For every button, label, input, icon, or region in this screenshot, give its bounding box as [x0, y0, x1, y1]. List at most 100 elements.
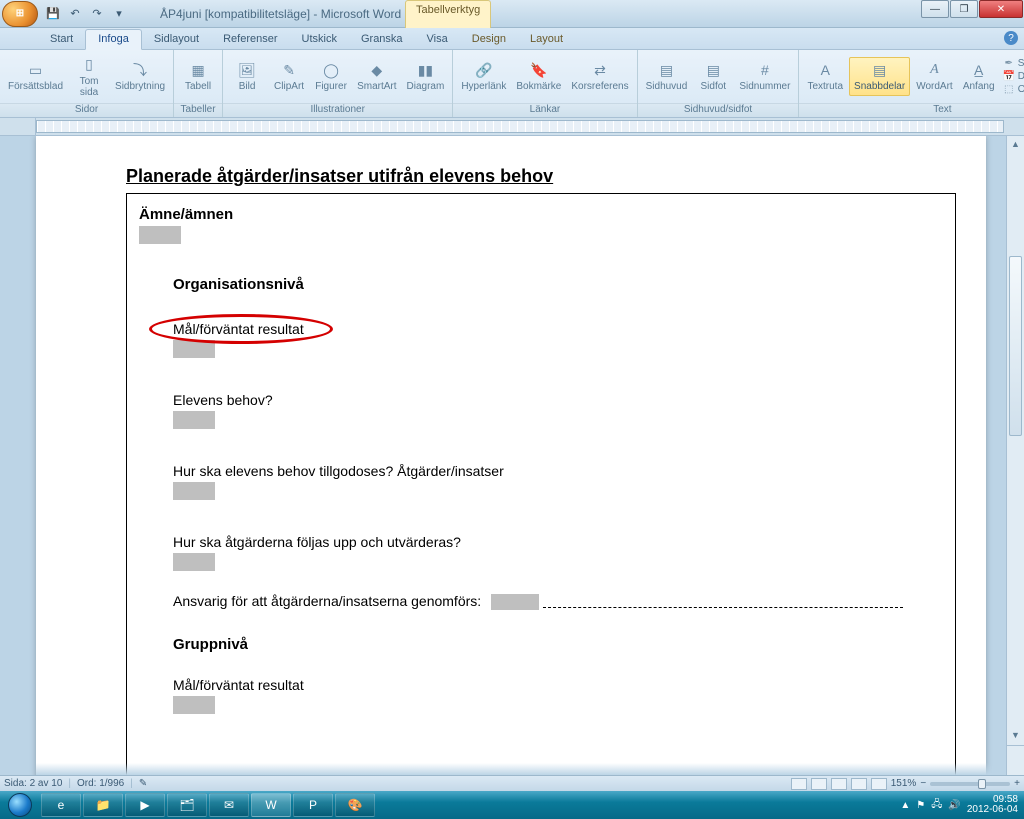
view-draft-button[interactable]	[871, 778, 887, 790]
taskbar-powerpoint[interactable]: P	[293, 793, 333, 817]
tab-layout[interactable]: Layout	[518, 30, 575, 49]
contextual-tab-label: Tabellverktyg	[405, 0, 491, 28]
taskbar-paint[interactable]: 🎨	[335, 793, 375, 817]
qat-customize-icon[interactable]: ▾	[110, 5, 128, 23]
vertical-scrollbar[interactable]: ▲ ▼	[1006, 136, 1024, 775]
document-viewport[interactable]: Planerade åtgärder/insatser utifrån elev…	[0, 136, 1006, 775]
snabbdelar-button[interactable]: ▤Snabbdelar	[849, 57, 910, 96]
minimize-button[interactable]: —	[921, 0, 949, 18]
zoom-in-icon[interactable]: +	[1014, 778, 1020, 789]
close-button[interactable]: ✕	[979, 0, 1023, 18]
dropcap-icon: A̲	[969, 60, 989, 80]
tray-arrow-icon[interactable]: ▲	[900, 800, 910, 811]
snabbdelar-label: Snabbdelar	[854, 81, 905, 93]
tray-flag-icon[interactable]: ⚑	[916, 800, 925, 811]
smartart-button[interactable]: ◆SmartArt	[353, 58, 400, 95]
object-icon: ⬚	[1003, 84, 1015, 96]
signaturrad-button[interactable]: ✒Signaturrad ▾	[1001, 58, 1024, 70]
sidhuvud-button[interactable]: ▤Sidhuvud	[642, 58, 692, 95]
objekt-button[interactable]: ⬚Objekt ▾	[1001, 84, 1024, 96]
bokmarke-button[interactable]: 🔖Bokmärke	[512, 58, 565, 95]
tray-network-icon[interactable]: 🖧	[931, 797, 942, 814]
anfang-button[interactable]: A̲Anfang	[959, 58, 999, 95]
hur-foljas-field[interactable]	[173, 553, 215, 571]
help-icon[interactable]: ?	[1004, 31, 1018, 45]
wordart-label: WordArt	[916, 81, 953, 93]
zoom-knob[interactable]	[978, 779, 986, 789]
office-button[interactable]: ⊞	[2, 1, 38, 27]
redo-icon[interactable]: ↷	[88, 5, 106, 23]
windows-orb-icon	[8, 793, 32, 817]
view-outline-button[interactable]	[851, 778, 867, 790]
group-label-sidhuvud: Sidhuvud/sidfot	[638, 103, 799, 117]
figurer-button[interactable]: ◯Figurer	[311, 58, 351, 95]
tab-granska[interactable]: Granska	[349, 30, 415, 49]
status-zoom[interactable]: 151%	[891, 778, 917, 789]
tab-start[interactable]: Start	[38, 30, 85, 49]
anfang-label: Anfang	[963, 81, 995, 93]
hur-tillgodoses-field[interactable]	[173, 482, 215, 500]
scroll-thumb[interactable]	[1009, 256, 1022, 436]
scroll-up-icon[interactable]: ▲	[1007, 136, 1024, 152]
chart-icon: ▮▮	[415, 60, 435, 80]
figurer-label: Figurer	[315, 81, 347, 93]
ansvarig-field[interactable]	[491, 594, 539, 610]
page-number-icon: #	[755, 60, 775, 80]
tabell-button[interactable]: ▦Tabell	[178, 58, 218, 95]
scroll-down-icon[interactable]: ▼	[1007, 727, 1024, 743]
tab-design[interactable]: Design	[460, 30, 518, 49]
diagram-button[interactable]: ▮▮Diagram	[403, 58, 449, 95]
zoom-out-icon[interactable]: −	[920, 778, 926, 789]
tab-infoga[interactable]: Infoga	[85, 29, 142, 50]
status-language-icon[interactable]: ✎	[139, 778, 147, 789]
view-fullscreen-button[interactable]	[811, 778, 827, 790]
tom-sida-button[interactable]: ▯Tom sida	[69, 53, 109, 101]
status-page[interactable]: Sida: 2 av 10	[4, 778, 62, 789]
sidnummer-button[interactable]: #Sidnummer	[735, 58, 794, 95]
tab-referenser[interactable]: Referenser	[211, 30, 289, 49]
document-page[interactable]: Planerade åtgärder/insatser utifrån elev…	[36, 136, 986, 775]
sidbrytning-label: Sidbrytning	[115, 81, 165, 93]
textruta-button[interactable]: ATextruta	[803, 58, 847, 95]
undo-icon[interactable]: ↶	[66, 5, 84, 23]
status-words[interactable]: Ord: 1/996	[77, 778, 124, 789]
tab-visa[interactable]: Visa	[415, 30, 460, 49]
tab-sidlayout[interactable]: Sidlayout	[142, 30, 211, 49]
sidfot-button[interactable]: ▤Sidfot	[693, 58, 733, 95]
amne-field[interactable]	[139, 226, 181, 244]
hur-foljas-label: Hur ska åtgärderna följas upp och utvärd…	[173, 534, 943, 550]
mal-field-2[interactable]	[173, 696, 215, 714]
save-icon[interactable]: 💾	[44, 5, 62, 23]
view-print-layout-button[interactable]	[791, 778, 807, 790]
taskbar-mediaplayer[interactable]: ▶	[125, 793, 165, 817]
form-table[interactable]: Ämne/ämnen Organisationsnivå Mål/förvänt…	[126, 193, 956, 775]
taskbar-explorer[interactable]: 📁	[83, 793, 123, 817]
taskbar-outlook[interactable]: ✉	[209, 793, 249, 817]
tray-volume-icon[interactable]: 🔊	[948, 800, 960, 811]
start-button[interactable]	[0, 791, 40, 819]
datum-och-tid-button[interactable]: 📅Datum och tid	[1001, 71, 1024, 83]
taskbar-ie[interactable]: e	[41, 793, 81, 817]
ansvarig-row: Ansvarig för att åtgärderna/insatserna g…	[173, 593, 943, 610]
tab-utskick[interactable]: Utskick	[290, 30, 349, 49]
clipart-button[interactable]: ✎ClipArt	[269, 58, 309, 95]
zoom-slider[interactable]	[930, 782, 1010, 786]
shapes-icon: ◯	[321, 60, 341, 80]
forsattsblad-button[interactable]: ▭Försättsblad	[4, 58, 67, 95]
scroll-split[interactable]	[1007, 745, 1024, 775]
korsreferens-button[interactable]: ⇄Korsreferens	[567, 58, 632, 95]
tray-clock[interactable]: 09:58 2012-06-04	[967, 795, 1018, 816]
maximize-button[interactable]: ❐	[950, 0, 978, 18]
window-title: ÅP4juni [kompatibilitetsläge] - Microsof…	[160, 7, 401, 21]
elev-behov-field[interactable]	[173, 411, 215, 429]
taskbar-word[interactable]: W	[251, 793, 291, 817]
mal-field-1[interactable]	[173, 340, 215, 358]
view-web-button[interactable]	[831, 778, 847, 790]
wordart-button[interactable]: AWordArt	[912, 58, 957, 95]
bild-button[interactable]: 🖼Bild	[227, 58, 267, 95]
mal-label-2: Mål/förväntat resultat	[173, 677, 943, 693]
sidbrytning-button[interactable]: ⤵Sidbrytning	[111, 58, 169, 95]
taskbar-app1[interactable]: 🗂	[167, 793, 207, 817]
horizontal-ruler[interactable]	[36, 120, 1004, 133]
hyperlank-button[interactable]: 🔗Hyperlänk	[457, 58, 510, 95]
